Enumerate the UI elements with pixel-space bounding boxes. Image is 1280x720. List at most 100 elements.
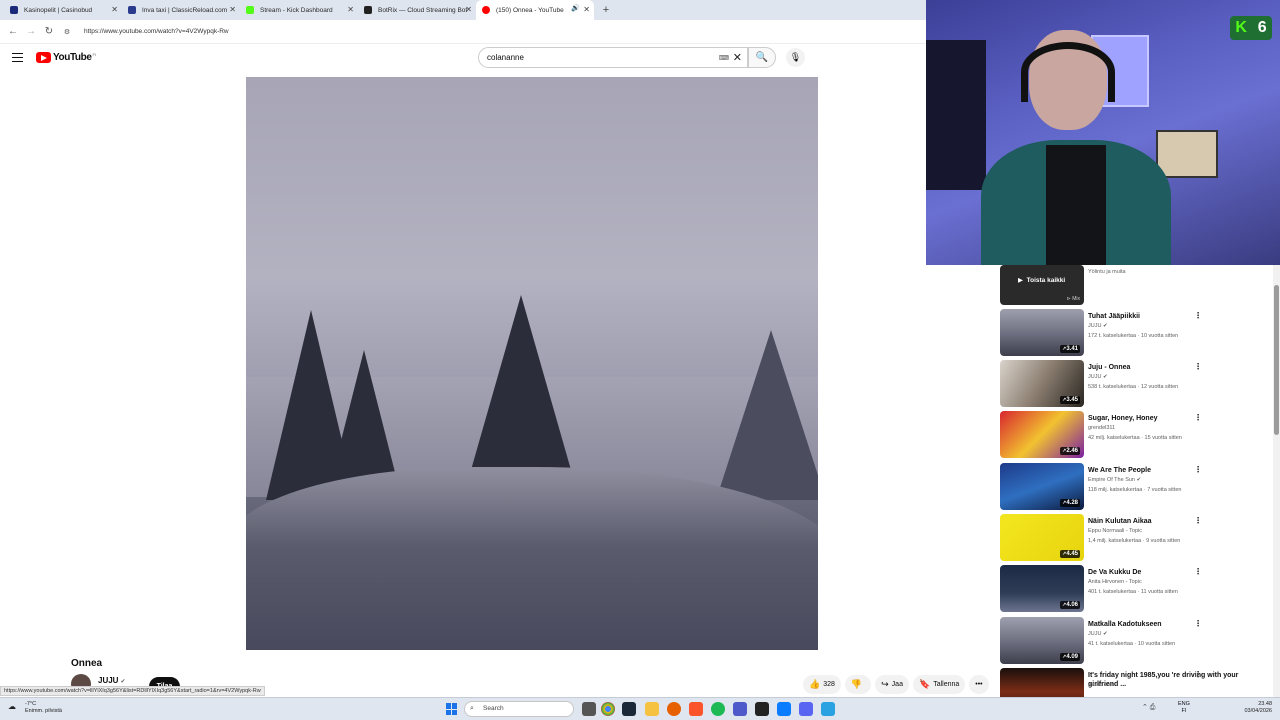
back-icon[interactable]: ← xyxy=(6,26,20,37)
video-thumbnail[interactable]: 4.45 xyxy=(1000,514,1084,561)
video-thumbnail[interactable]: 4.06 xyxy=(1000,565,1084,612)
close-icon[interactable]: ✕ xyxy=(583,5,590,14)
related-video-channel[interactable]: JUJU ✔ xyxy=(1088,323,1108,329)
voice-search-button[interactable]: 🎙 xyxy=(786,48,805,67)
taskbar-search[interactable]: ⌕ Search xyxy=(464,701,574,717)
verified-icon: ✔ xyxy=(1101,631,1108,637)
related-video-channel[interactable]: JUJU ✔ xyxy=(1088,631,1108,637)
task-view-icon[interactable] xyxy=(582,702,596,716)
related-video-channel[interactable]: JUJU ✔ xyxy=(1088,374,1108,380)
keyboard-icon[interactable]: ⌨ xyxy=(719,54,729,62)
related-video-item[interactable]: 3.41 Tuhat Jääpiikkii JUJU ✔ 172 t. katselu… xyxy=(1000,309,1270,357)
like-button[interactable]: 👍 328 xyxy=(803,675,841,694)
browser-tab[interactable]: BotRix — Cloud Streaming Bot ✕ xyxy=(358,0,476,20)
more-actions-button[interactable]: ••• xyxy=(969,675,989,694)
browser-tab[interactable]: Inva taxi | ClassicReload.com ✕ xyxy=(122,0,240,20)
close-icon[interactable]: ✕ xyxy=(347,5,354,14)
language-indicator[interactable]: ENG FI xyxy=(1178,701,1190,715)
new-tab-button[interactable]: + xyxy=(598,4,614,16)
related-video-item[interactable]: 4.28 We Are The People Empire Of The Sun ✔… xyxy=(1000,463,1270,511)
more-options-icon[interactable]: ⋮ xyxy=(1194,670,1202,679)
chrome-icon[interactable] xyxy=(601,702,615,716)
related-video-title[interactable]: We Are The People xyxy=(1088,466,1248,475)
related-video-channel[interactable]: grendel311 xyxy=(1088,425,1115,431)
site-info-icon[interactable]: ⚙ xyxy=(60,28,74,36)
url-field[interactable]: https://www.youtube.com/watch?v=4V2Wypqk… xyxy=(84,28,229,35)
tab-favicon-icon xyxy=(128,6,136,14)
firefox-icon[interactable] xyxy=(667,702,681,716)
save-button[interactable]: 🔖 Tallenna xyxy=(912,675,966,694)
related-video-item[interactable]: 2.46 Sugar, Honey, Honey grendel311 42 milj… xyxy=(1000,411,1270,459)
teams-icon[interactable] xyxy=(733,702,747,716)
close-icon[interactable]: ✕ xyxy=(465,5,472,14)
windows-taskbar: ☁ -7°C Enimm. pilvistä ⌕ Search ⌃ ⎙ ENG … xyxy=(0,697,1280,720)
video-thumbnail[interactable]: 4.28 xyxy=(1000,463,1084,510)
more-options-icon[interactable]: ⋮ xyxy=(1194,413,1202,422)
brave-icon[interactable] xyxy=(689,702,703,716)
scrollbar-thumb[interactable] xyxy=(1274,285,1279,435)
more-options-icon[interactable]: ⋮ xyxy=(1194,311,1202,320)
verified-icon: ✔ xyxy=(1101,374,1108,380)
related-video-title[interactable]: Matkalla Kadotukseen xyxy=(1088,620,1248,629)
spotify-icon[interactable] xyxy=(711,702,725,716)
related-video-item[interactable]: 4.06 De Va Kukku De Anita Hirvonen - Topic… xyxy=(1000,565,1270,613)
menu-icon[interactable] xyxy=(12,53,23,62)
share-button[interactable]: ↪ Jaa xyxy=(875,675,909,694)
more-options-icon[interactable]: ⋮ xyxy=(1194,516,1202,525)
related-video-item[interactable]: 3.45 Juju - Onnea JUJU ✔ 538 t. katselukert… xyxy=(1000,360,1270,408)
video-player[interactable] xyxy=(246,77,818,650)
search-button[interactable]: 🔍 xyxy=(748,47,776,68)
search-value: colananne xyxy=(487,53,524,62)
related-video-item[interactable]: 4.09 Matkalla Kadotukseen JUJU ✔ 41 t. kats… xyxy=(1000,617,1270,665)
video-thumbnail[interactable] xyxy=(1000,668,1084,697)
browser-tab[interactable]: Stream - Kick Dashboard ✕ xyxy=(240,0,358,20)
speaker-icon[interactable]: 🔊 xyxy=(571,4,580,12)
related-video-channel[interactable]: Anita Hirvonen - Topic xyxy=(1088,579,1142,585)
youtube-logo[interactable]: YouTube FI xyxy=(36,52,96,63)
playlist-mix-item[interactable]: ▶ Toista kaikki ⊳ Mix Yölintu ja muita xyxy=(1000,265,1270,305)
discord-icon[interactable] xyxy=(799,702,813,716)
video-thumbnail[interactable]: ▶ Toista kaikki ⊳ Mix xyxy=(1000,265,1084,305)
more-options-icon[interactable]: ⋮ xyxy=(1194,567,1202,576)
close-icon[interactable]: ✕ xyxy=(111,5,118,14)
more-options-icon[interactable]: ⋮ xyxy=(1194,619,1202,628)
clear-search-icon[interactable]: ✕ xyxy=(733,51,742,64)
steam-icon[interactable] xyxy=(622,702,636,716)
more-options-icon[interactable]: ⋮ xyxy=(1194,362,1202,371)
related-video-title[interactable]: Sugar, Honey, Honey xyxy=(1088,414,1248,423)
video-thumbnail[interactable]: 2.46 xyxy=(1000,411,1084,458)
related-video-channel[interactable]: Empire Of The Sun ✔ xyxy=(1088,477,1141,483)
play-all-label[interactable]: ▶ Toista kaikki xyxy=(1018,276,1065,284)
related-video-channel[interactable]: Eppu Normaali - Topic xyxy=(1088,528,1142,534)
app-icon[interactable] xyxy=(821,702,835,716)
video-thumbnail[interactable]: 3.41 xyxy=(1000,309,1084,356)
video-thumbnail[interactable]: 3.45 xyxy=(1000,360,1084,407)
related-video-title[interactable]: De Va Kukku De xyxy=(1088,568,1248,577)
reload-icon[interactable]: ↻ xyxy=(42,26,56,37)
weather-widget[interactable]: ☁ -7°C Enimm. pilvistä xyxy=(8,701,62,715)
clock[interactable]: 23.48 03/04/2026 xyxy=(1244,701,1272,715)
related-video-title[interactable]: Juju - Onnea xyxy=(1088,363,1248,372)
related-video-channel[interactable]: music one xyxy=(1088,682,1113,688)
browser-tab[interactable]: Kasinopelit | Casinobud ✕ xyxy=(4,0,122,20)
search-input[interactable]: colananne ⌨ ✕ xyxy=(478,47,748,68)
dislike-button[interactable]: 👎 xyxy=(844,675,872,694)
forward-icon[interactable]: → xyxy=(24,26,38,37)
logo-country: FI xyxy=(92,52,97,57)
related-video-meta: 118 milj. katselukertaa · 7 vuotta sitte… xyxy=(1088,487,1182,493)
channel-name[interactable]: JUJU ✔ xyxy=(98,676,125,685)
system-tray-icons[interactable]: ⌃ ⎙ xyxy=(1142,703,1155,712)
windows-start-icon[interactable] xyxy=(446,703,458,715)
browser-tab-active[interactable]: (150) Onnea - YouTube 🔊 ✕ xyxy=(476,0,594,20)
app-icon[interactable] xyxy=(755,702,769,716)
app-icon[interactable] xyxy=(777,702,791,716)
file-explorer-icon[interactable] xyxy=(645,702,659,716)
related-video-title[interactable]: Tuhat Jääpiikkii xyxy=(1088,312,1248,321)
close-icon[interactable]: ✕ xyxy=(229,5,236,14)
scrollbar[interactable] xyxy=(1273,265,1280,697)
related-video-item[interactable]: It's friday night 1985,you 're driving w… xyxy=(1000,668,1270,697)
related-video-item[interactable]: 4.45 Näin Kulutan Aikaa Eppu Normaali - To… xyxy=(1000,514,1270,562)
video-thumbnail[interactable]: 4.09 xyxy=(1000,617,1084,664)
related-video-title[interactable]: Näin Kulutan Aikaa xyxy=(1088,517,1248,526)
more-options-icon[interactable]: ⋮ xyxy=(1194,465,1202,474)
